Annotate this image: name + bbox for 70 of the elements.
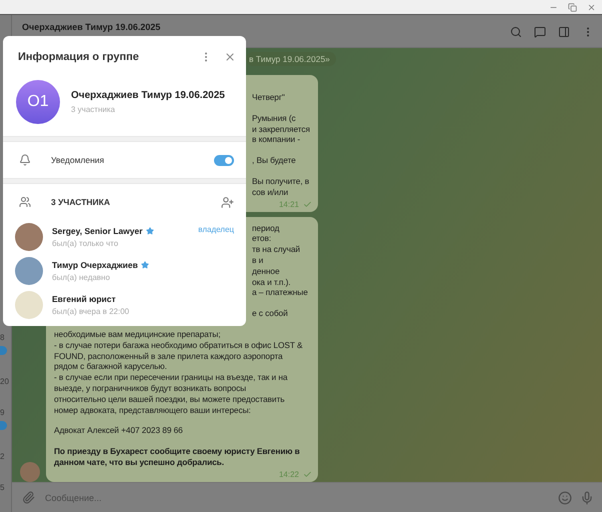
side-panel-icon[interactable] <box>558 26 570 38</box>
members-header: 3 УЧАСТНИКА <box>51 197 111 207</box>
avatar-photo <box>15 291 43 319</box>
message-text: етов: <box>252 233 272 244</box>
message-text: - в случае потери багажа необходимо обратиться в офис LOST & <box>54 340 302 351</box>
message-text: в компании - <box>252 134 300 146</box>
member-count: 3 участника <box>71 105 116 114</box>
close-icon <box>224 51 236 63</box>
group-name: Очерхаджиев Тимур 19.06.2025 <box>71 90 225 101</box>
message-text: Румыния (с <box>252 112 296 124</box>
message-text: номер адвоката, представляющего ваши интересы: <box>54 404 251 416</box>
microphone-icon[interactable] <box>580 490 594 504</box>
message-text: данном чате, что вы успешно добрались. <box>54 456 224 468</box>
message-text: денное <box>252 266 280 277</box>
group-avatar: О1 <box>16 80 60 124</box>
message-text: , Вы будете <box>252 155 296 166</box>
unread-badge <box>0 346 7 355</box>
search-icon[interactable] <box>510 26 522 38</box>
message-text: в и <box>252 254 264 266</box>
member-status: был(а) вчера в 22:00 <box>52 307 130 316</box>
message-text: - в случае если при пересечении границы на въезде, так и на <box>54 372 288 383</box>
message-text: FOUND, расположенный в зале прилета каждого аэропорта <box>54 350 283 362</box>
dialog-title: Информация о группе <box>18 51 140 63</box>
close-icon[interactable] <box>587 2 596 12</box>
chat-title: Очерхаджиев Тимур 19.06.2025 <box>22 22 162 32</box>
message-text: Четверг" <box>252 92 285 103</box>
member-item[interactable]: Тимур Очерхаджиев был(а) недавно <box>3 254 246 288</box>
message-text: Адвокат Алексей +407 2023 89 66 <box>54 425 183 436</box>
chat-list-text: 8 <box>0 333 4 342</box>
message-text: сов и/или <box>252 186 288 198</box>
chat-list-text: 20 <box>0 377 9 386</box>
message-text: тв на случай <box>252 244 300 255</box>
member-item[interactable]: Евгений юрист был(а) вчера в 22:00 <box>3 288 246 322</box>
chat-list-text: 2 <box>0 452 4 461</box>
service-message: в Тимур 19.06.2025» <box>246 52 336 66</box>
message-text: период <box>252 222 280 234</box>
message-time: 14:22 <box>278 470 299 479</box>
message-text: относительно цели вашей поездки, вы можете предоставить <box>54 394 284 405</box>
message-time: 14:21 <box>278 200 299 209</box>
message-text: выезде, у пограничников будут возникать вопросы <box>54 382 246 394</box>
message-text: рядом с багажной каруселью. <box>54 361 167 372</box>
message-text: е с собой <box>252 308 288 319</box>
message-text: а – платежные <box>252 287 308 298</box>
message-text: Вы получите, в <box>252 176 310 187</box>
message-text: По приезду в Бухарест сообщите своему юристу Евгению в <box>54 446 300 457</box>
member-item[interactable]: Sergey, Senior Lawyer был(а) только что владелец <box>3 220 246 254</box>
member-status: был(а) только что <box>52 239 120 248</box>
chat-list-text: 5 <box>0 483 4 492</box>
bell-icon <box>19 154 31 166</box>
chat-bubble-icon[interactable] <box>534 26 546 38</box>
emoji-icon[interactable] <box>558 490 572 504</box>
add-user-icon[interactable] <box>221 196 234 208</box>
message-text: и закрепляется <box>252 124 310 134</box>
avatar-photo <box>15 223 43 251</box>
paperclip-icon[interactable] <box>22 491 35 504</box>
avatar-photo <box>15 257 43 285</box>
message-text: ока и т.п.). <box>252 276 291 288</box>
member-status: был(а) недавно <box>52 273 111 282</box>
restore-icon[interactable] <box>568 2 577 12</box>
close-button[interactable] <box>224 51 236 63</box>
member-name: Евгений юрист <box>52 294 116 304</box>
notifications-label: Уведомления <box>51 155 106 165</box>
chat-list-text: 9 <box>0 408 4 417</box>
notifications-toggle[interactable] <box>214 154 234 166</box>
member-name: Sergey, Senior Lawyer <box>52 226 143 236</box>
message-text: необходимые вам медицинские препараты; <box>54 328 220 340</box>
unread-badge <box>0 421 7 430</box>
people-icon <box>19 196 31 208</box>
member-name: Тимур Очерхаджиев <box>52 260 138 270</box>
owner-label: владелец <box>198 225 234 234</box>
